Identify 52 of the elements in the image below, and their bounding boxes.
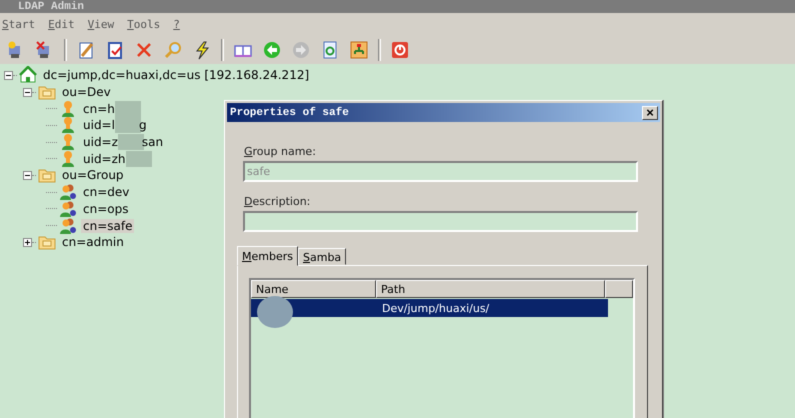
redaction-blur xyxy=(114,117,141,134)
close-button[interactable]: × xyxy=(642,106,658,120)
menu-item[interactable]: Edit xyxy=(48,18,75,31)
user-icon xyxy=(59,100,77,118)
user-icon xyxy=(59,133,77,152)
tree-item-text: g xyxy=(138,118,148,132)
power-icon[interactable] xyxy=(390,40,410,60)
field-label: Group name: xyxy=(244,145,317,158)
menu-item[interactable]: Tools xyxy=(127,18,160,31)
tree-item[interactable]: uid=z xyxy=(81,135,120,150)
tree-item[interactable]: cn=safe xyxy=(81,218,134,233)
tree-item[interactable]: cn=h xyxy=(81,102,117,116)
tree-item[interactable]: cn=admin xyxy=(60,235,126,250)
user-icon xyxy=(59,150,77,168)
description-field[interactable] xyxy=(243,211,638,232)
tree-item-text: san xyxy=(142,135,164,150)
collapse-icon[interactable] xyxy=(23,170,32,180)
tree-item[interactable]: uid=l xyxy=(81,118,117,132)
member-row[interactable]: Dev/jump/huaxi/us/ xyxy=(251,299,608,317)
redaction-blur xyxy=(118,134,144,150)
back-icon[interactable] xyxy=(262,40,282,60)
menu-item[interactable]: Start xyxy=(2,18,36,31)
menu-item[interactable]: ? xyxy=(173,18,180,31)
group-icon xyxy=(59,200,77,218)
dialog-title: Properties of safe xyxy=(229,106,349,118)
house-icon xyxy=(19,66,37,84)
field-label: Description: xyxy=(244,195,312,208)
tree-item[interactable]: cn=dev xyxy=(81,185,132,200)
tab[interactable]: Samba xyxy=(298,248,346,265)
redaction-blur xyxy=(257,296,293,328)
group-icon xyxy=(59,216,77,235)
column-header[interactable]: Path xyxy=(376,280,606,298)
redaction-blur xyxy=(126,150,152,167)
document-check-icon[interactable] xyxy=(105,40,125,60)
path-cell-text: Dev/jump/huaxi/us/ xyxy=(381,302,490,314)
menu-item[interactable]: View xyxy=(88,18,114,31)
tree-item[interactable]: ou=Group xyxy=(60,168,126,182)
window-title: LDAP Admin xyxy=(18,2,84,13)
column-header[interactable]: Name xyxy=(251,280,376,298)
user-icon xyxy=(59,116,77,134)
tree-item[interactable]: dc=jump,dc=huaxi,dc=us [192.168.24.212] xyxy=(41,68,312,82)
collapse-icon[interactable] xyxy=(4,70,13,80)
expand-icon[interactable] xyxy=(23,238,32,247)
collapse-icon[interactable] xyxy=(23,88,32,97)
tab[interactable]: Members xyxy=(237,246,298,266)
hierarchy-icon[interactable] xyxy=(349,40,369,60)
redaction-blur xyxy=(114,100,141,117)
group-icon xyxy=(59,183,77,202)
column-header xyxy=(605,280,633,298)
tree-item[interactable]: ou=Dev xyxy=(60,85,113,100)
tree-item[interactable]: uid=zh xyxy=(81,152,128,166)
tree-item[interactable]: cn=ops xyxy=(81,202,130,216)
